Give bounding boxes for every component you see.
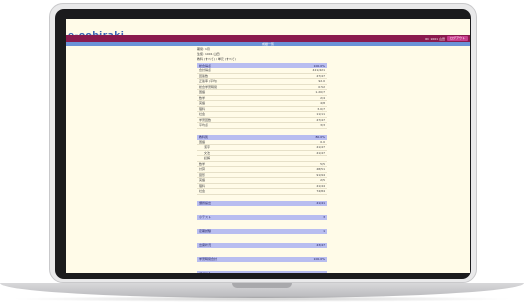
row-label: 英語 xyxy=(199,178,206,183)
section-value: 3 xyxy=(323,215,325,219)
row-label: 社会 xyxy=(199,112,206,117)
row-label: 数学 xyxy=(199,95,206,100)
row-label: 英語 xyxy=(199,101,206,106)
section-title: 学習時間合計 xyxy=(199,257,218,261)
row-label: 読解 xyxy=(204,156,211,161)
row-value: 4/8 xyxy=(320,101,325,106)
row-value: 91/94 xyxy=(316,172,325,177)
section-value: 43/47 xyxy=(316,243,325,247)
laptop-notch xyxy=(232,283,292,288)
section-title: 小テスト xyxy=(199,215,212,219)
row-value: 74/84 xyxy=(316,189,325,194)
row-label: 数学 xyxy=(199,161,206,166)
row-label: 理科 xyxy=(199,106,206,111)
row-value: 5/5 xyxy=(320,161,325,166)
row-value: 47/47 xyxy=(316,73,325,78)
row-label: 国語 xyxy=(199,90,206,95)
row-label: 理科 xyxy=(199,183,206,188)
section-title: コメント xyxy=(199,271,212,273)
row-label: 平均点 xyxy=(199,123,209,128)
section-value: 1 xyxy=(323,229,325,233)
section-value: 100.0% xyxy=(313,257,325,261)
row-label: 漢字 xyxy=(204,145,211,150)
section-title: 課題提出 xyxy=(199,201,212,205)
row-value: 0.0 xyxy=(320,139,325,144)
top-bar: ID: 1001 山田 ログアウト xyxy=(66,35,470,42)
row-value: 41/47 xyxy=(316,150,325,155)
section-title: 出席状況 xyxy=(199,243,212,247)
row-value: 92.0 xyxy=(318,79,325,84)
page-title-bar: 成績一覧 xyxy=(66,42,470,46)
row-label: 図形 xyxy=(199,172,206,177)
logout-button[interactable]: ログアウト xyxy=(446,36,468,41)
page-title: 成績一覧 xyxy=(261,42,274,46)
section-value: 100.0% xyxy=(313,63,325,68)
row-label: 社会 xyxy=(199,189,206,194)
section-value: 80.0% xyxy=(315,135,325,139)
row-label: 文法 xyxy=(204,150,211,155)
row-label: 合計得点 xyxy=(199,68,212,73)
row-value: 11/11 xyxy=(316,112,325,117)
user-label: ID: 1001 山田 xyxy=(425,36,445,41)
row-value: 3.0/7 xyxy=(317,106,325,111)
row-value: 1.20/7 xyxy=(315,90,325,95)
row-value: 2/5 xyxy=(320,178,325,183)
row-value: 47/47 xyxy=(316,117,325,122)
row-label: 正答率 (平均) xyxy=(199,79,218,84)
row-label: 総合学習時間 xyxy=(199,84,218,89)
row-value: 2/4 xyxy=(320,95,325,100)
row-value: 421/421 xyxy=(312,68,325,73)
row-value: 41/44 xyxy=(316,183,325,188)
collapsed-section-header[interactable]: コメント xyxy=(197,270,327,273)
row-value: 0:52 xyxy=(318,84,325,89)
row-label: 学習回数 xyxy=(199,117,212,122)
section-value: 41/41 xyxy=(316,201,325,205)
row-value: 48/51 xyxy=(316,167,325,172)
report-content: 期間: 1月 生徒: 1001 山田 教科 (すべて) / 単元 (すべて) 総… xyxy=(197,47,327,273)
section-title: 総合得点 xyxy=(199,63,212,68)
section-title: 教科別 xyxy=(199,135,209,139)
screen: e-oobiraki manabi ID: 1001 山田 ログアウト 成績一覧… xyxy=(66,19,470,273)
row-label: 計算 xyxy=(199,167,206,172)
row-value: 3/3 xyxy=(320,123,325,128)
row-label: 回答数 xyxy=(199,73,209,78)
row-label: 国語 xyxy=(199,139,206,144)
laptop-shadow xyxy=(10,296,514,302)
info-filter: 教科 (すべて) / 単元 (すべて) xyxy=(197,57,236,61)
section-title: 定期試験 xyxy=(199,229,212,233)
row-value: 41/47 xyxy=(316,145,325,150)
